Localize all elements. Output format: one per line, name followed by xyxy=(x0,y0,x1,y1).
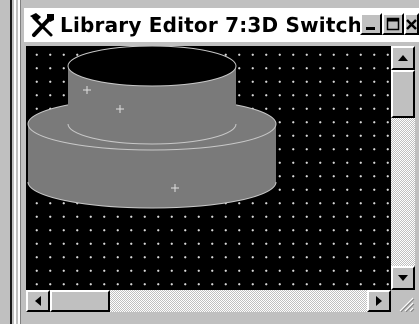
minimize-icon xyxy=(366,27,375,30)
scroll-left-button[interactable] xyxy=(26,290,50,312)
left-border-light xyxy=(14,0,16,324)
title-bar[interactable]: Library Editor 7:3D Switch xyxy=(24,8,419,42)
upper-cylinder[interactable] xyxy=(67,46,237,145)
close-button[interactable] xyxy=(404,13,419,35)
resize-grip[interactable] xyxy=(391,290,415,313)
arrow-right-icon xyxy=(376,296,382,306)
close-icon xyxy=(406,19,417,30)
tools-icon[interactable] xyxy=(28,11,58,39)
resize-grip-icon xyxy=(399,297,415,313)
library-editor-window: Library Editor 7:3D Switch xyxy=(18,0,419,324)
horizontal-scroll-thumb[interactable] xyxy=(50,290,110,312)
editor-canvas[interactable] xyxy=(26,46,391,290)
scroll-down-button[interactable] xyxy=(391,266,415,290)
vertical-scrollbar[interactable] xyxy=(391,46,415,290)
maximize-button[interactable] xyxy=(382,13,404,35)
arrow-up-icon xyxy=(398,55,408,61)
window-title: Library Editor 7:3D Switch xyxy=(60,13,363,37)
horizontal-scrollbar[interactable] xyxy=(26,290,391,312)
scroll-right-button[interactable] xyxy=(367,290,391,312)
minimize-button[interactable] xyxy=(360,13,382,35)
maximize-icon xyxy=(386,17,400,31)
vertical-scroll-thumb[interactable] xyxy=(391,70,415,118)
left-border-dark xyxy=(10,0,12,324)
scroll-up-button[interactable] xyxy=(391,46,415,70)
arrow-left-icon xyxy=(35,296,41,306)
arrow-down-icon xyxy=(398,275,408,281)
